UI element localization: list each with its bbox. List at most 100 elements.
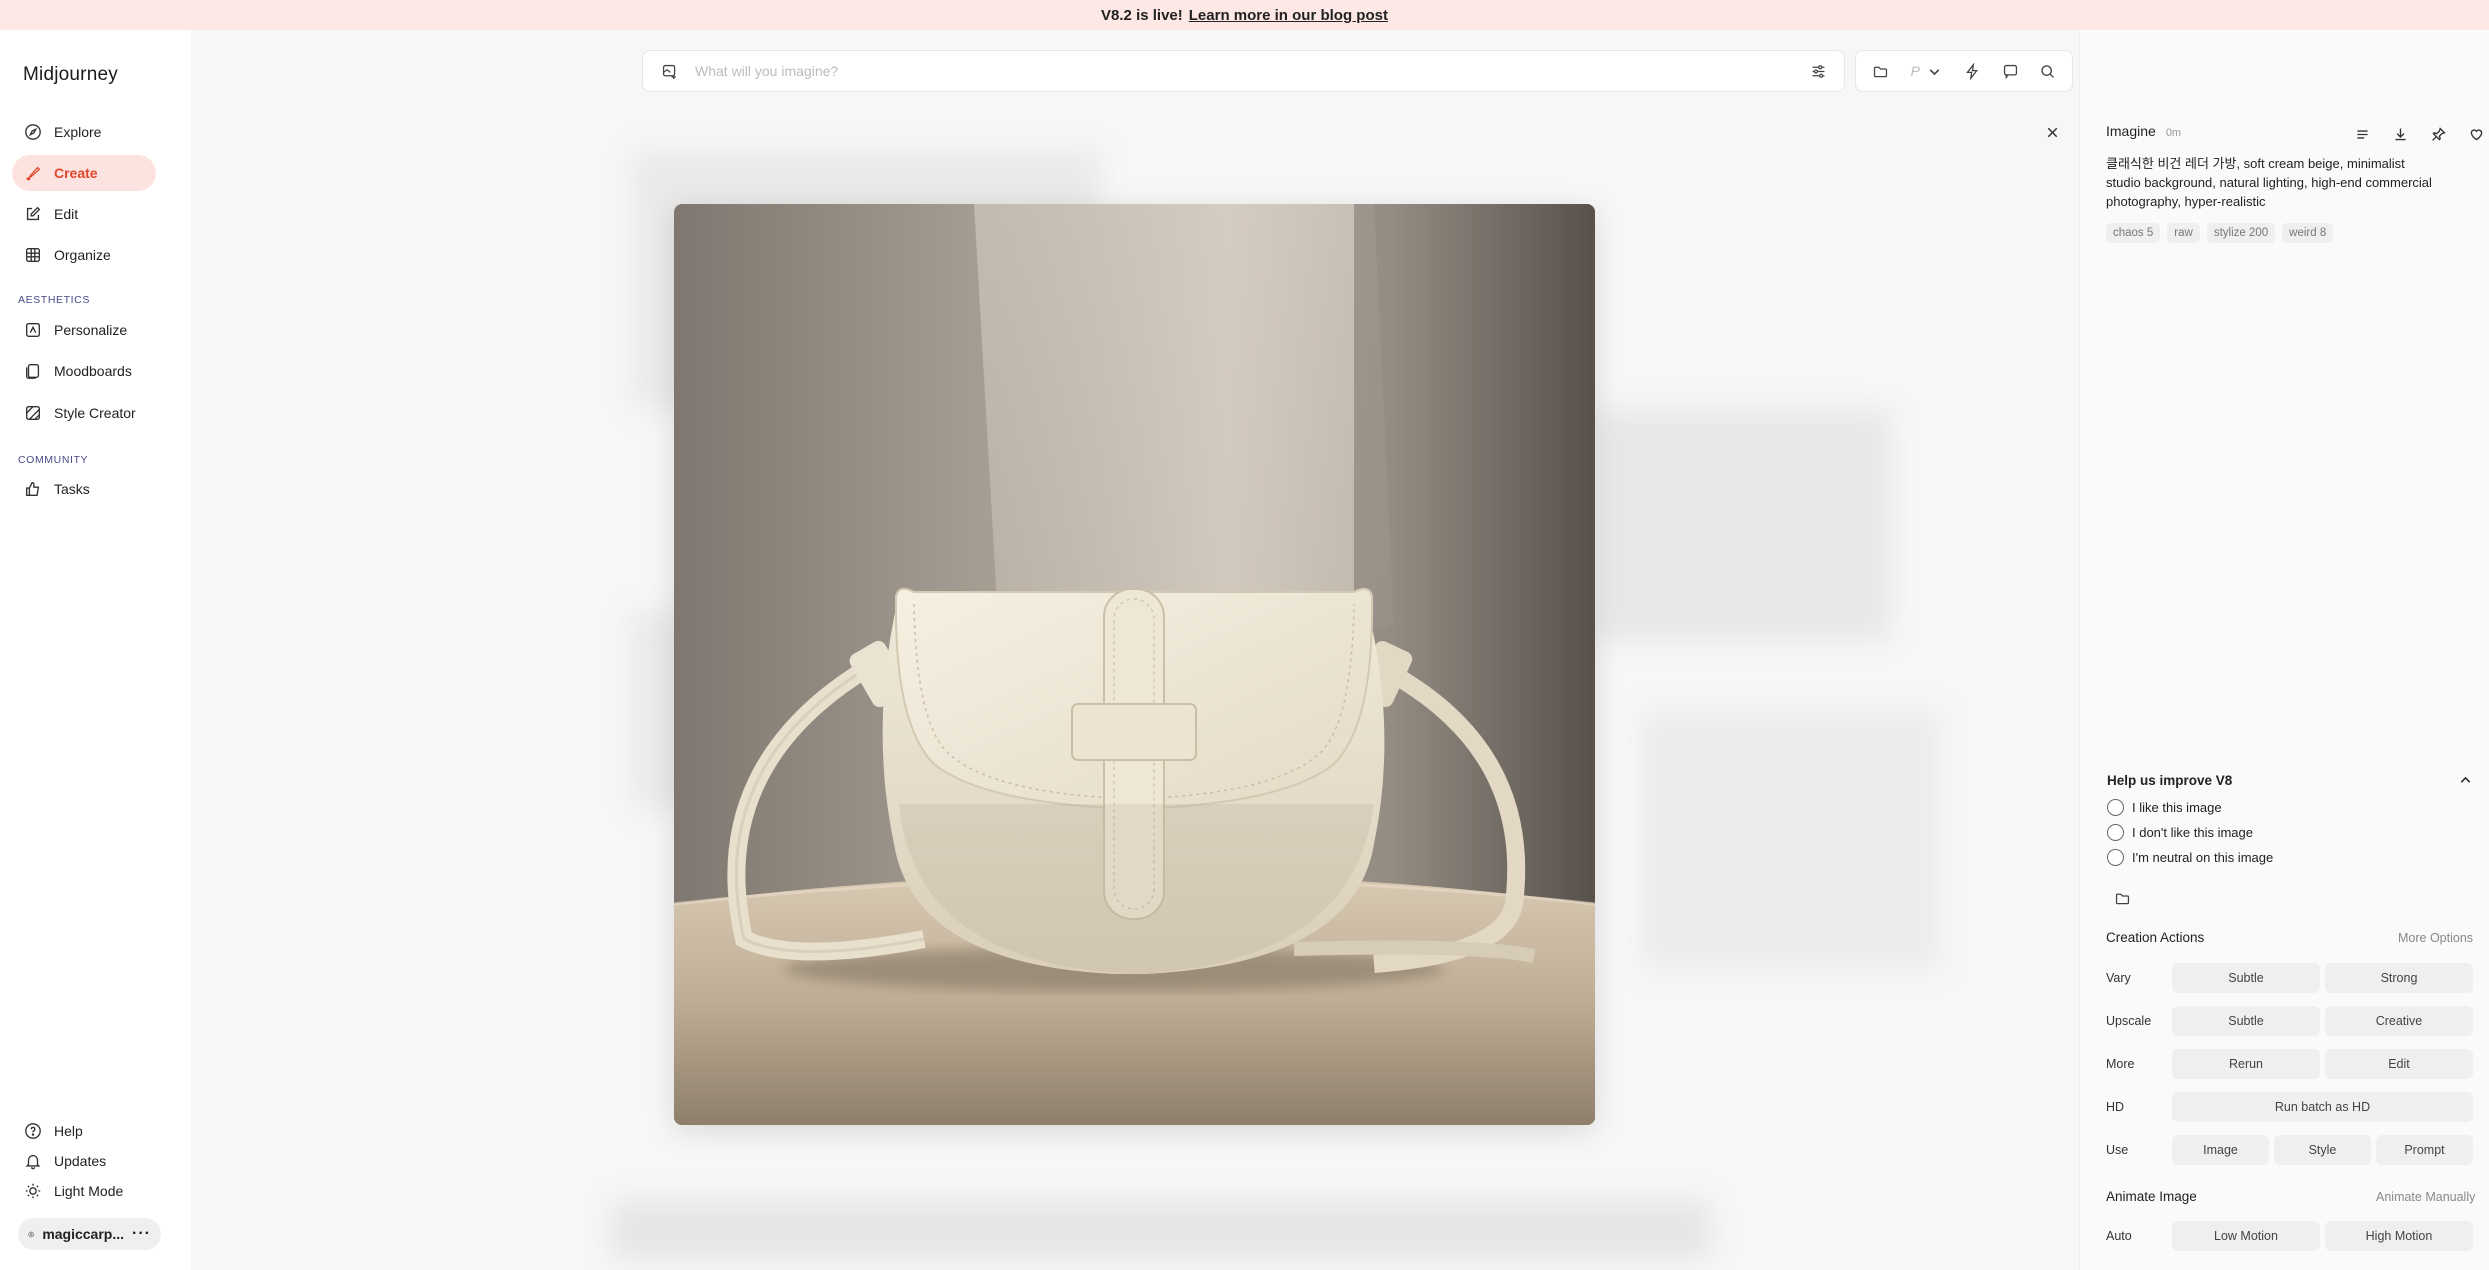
heart-icon[interactable]	[2464, 122, 2488, 146]
sidebar-item-style-creator[interactable]: Style Creator	[12, 395, 156, 431]
banner-blog-link[interactable]: Learn more in our blog post	[1189, 7, 1388, 24]
vary-strong-button[interactable]: Strong	[2325, 963, 2473, 993]
job-type: Imagine	[2106, 123, 2156, 139]
edit-button[interactable]: Edit	[2325, 1049, 2473, 1079]
sidebar-item-personalize[interactable]: Personalize	[12, 312, 156, 348]
parameter-tag[interactable]: weird 8	[2282, 223, 2334, 243]
download-icon[interactable]	[2388, 122, 2412, 146]
sidebar-item-label: Tasks	[54, 481, 90, 497]
image-prompt-icon[interactable]	[657, 59, 681, 83]
upscale-label: Upscale	[2106, 1014, 2152, 1028]
sidebar-item-label: Light Mode	[54, 1183, 124, 1199]
personalize-icon	[26, 323, 40, 337]
sidebar-item-moodboards[interactable]: Moodboards	[12, 353, 156, 389]
banner-text: V8.2 is live!	[1101, 6, 1183, 24]
image-details-panel: Imagine 0m 클래식한 비건 레더 가방, soft cream bei…	[2079, 30, 2489, 1270]
personalize-dropdown[interactable]: P	[1906, 59, 1948, 83]
animate-manually-link[interactable]: Animate Manually	[2376, 1190, 2475, 1204]
more-label: More	[2106, 1057, 2135, 1071]
sidebar-item-light-mode[interactable]: Light Mode	[12, 1173, 156, 1209]
sidebar-item-label: Explore	[54, 124, 102, 140]
prompt-text[interactable]: 클래식한 비건 레더 가방, soft cream beige, minimal…	[2106, 154, 2436, 211]
feedback-dislike-option[interactable]: I don't like this image	[2107, 824, 2253, 841]
folder-icon[interactable]	[1869, 59, 1893, 83]
personalize-p-icon: P	[1910, 63, 1920, 79]
vary-subtle-button[interactable]: Subtle	[2172, 963, 2320, 993]
folder-icon[interactable]	[2110, 886, 2134, 910]
parameter-tag[interactable]: raw	[2167, 223, 2200, 243]
edit-icon	[26, 206, 41, 221]
chat-icon[interactable]	[1998, 59, 2022, 83]
brush-icon	[25, 166, 41, 181]
use-style-button[interactable]: Style	[2274, 1135, 2371, 1165]
sidebar: Midjourney Explore Create Edit Organize …	[0, 30, 191, 1270]
midjourney-logo[interactable]: Midjourney	[23, 64, 118, 86]
sidebar-item-label: Moodboards	[54, 363, 132, 379]
lightning-icon[interactable]	[1961, 59, 1985, 83]
use-prompt-button[interactable]: Prompt	[2376, 1135, 2473, 1165]
creation-actions-title: Creation Actions	[2106, 930, 2205, 945]
more-options-icon[interactable]: ···	[132, 1225, 151, 1243]
aesthetics-section-label: AESTHETICS	[18, 294, 90, 306]
sidebar-item-organize[interactable]: Organize	[12, 237, 156, 273]
compass-icon	[25, 124, 41, 140]
upscale-creative-button[interactable]: Creative	[2325, 1006, 2473, 1036]
rerun-button[interactable]: Rerun	[2172, 1049, 2320, 1079]
run-batch-hd-button[interactable]: Run batch as HD	[2172, 1092, 2473, 1122]
settings-sliders-icon[interactable]	[1806, 59, 1830, 83]
radio-button[interactable]	[2107, 849, 2124, 866]
image-actions	[2350, 122, 2488, 146]
username: magiccarp...	[42, 1226, 125, 1242]
parameter-tag[interactable]: chaos 5	[2106, 223, 2161, 243]
auto-label: Auto	[2106, 1229, 2132, 1243]
help-icon	[25, 1123, 41, 1139]
upscale-subtle-button[interactable]: Subtle	[2172, 1006, 2320, 1036]
feedback-neutral-option[interactable]: I'm neutral on this image	[2107, 849, 2273, 866]
feedback-option-label: I like this image	[2132, 800, 2222, 815]
style-creator-icon	[26, 406, 40, 420]
animate-image-title: Animate Image	[2106, 1189, 2197, 1204]
low-motion-button[interactable]: Low Motion	[2172, 1221, 2320, 1251]
feedback-option-label: I'm neutral on this image	[2132, 850, 2274, 865]
sidebar-item-explore[interactable]: Explore	[12, 114, 156, 150]
sidebar-item-edit[interactable]: Edit	[12, 196, 156, 232]
list-icon[interactable]	[2350, 122, 2374, 146]
more-options-link[interactable]: More Options	[2398, 931, 2473, 945]
high-motion-button[interactable]: High Motion	[2325, 1221, 2473, 1251]
job-header: Imagine 0m	[2106, 123, 2181, 139]
generated-image[interactable]	[674, 204, 1595, 1125]
community-section-label: COMMUNITY	[18, 454, 89, 466]
search-icon[interactable]	[2035, 59, 2059, 83]
feedback-like-option[interactable]: I like this image	[2107, 799, 2222, 816]
sidebar-item-create[interactable]: Create	[12, 155, 156, 191]
user-account-pill[interactable]: magiccarp... ···	[18, 1218, 161, 1250]
use-image-button[interactable]: Image	[2172, 1135, 2269, 1165]
chevron-up-icon[interactable]	[2453, 768, 2477, 792]
grid-icon	[26, 248, 40, 262]
parameter-tag[interactable]: stylize 200	[2206, 223, 2276, 243]
radio-button[interactable]	[2107, 824, 2124, 841]
prompt-input[interactable]	[695, 63, 1792, 79]
close-icon[interactable]	[2040, 120, 2064, 144]
toolbar: P	[1855, 50, 2073, 92]
user-icon	[28, 1231, 34, 1237]
bell-icon	[25, 1154, 41, 1170]
sidebar-item-label: Help	[54, 1123, 83, 1139]
feedback-option-label: I don't like this image	[2132, 825, 2253, 840]
sidebar-item-label: Updates	[54, 1153, 107, 1169]
vary-label: Vary	[2106, 971, 2131, 985]
sidebar-item-label: Create	[54, 165, 98, 181]
feedback-title: Help us improve V8	[2107, 773, 2233, 788]
use-label: Use	[2106, 1143, 2129, 1157]
prompt-bar	[642, 50, 1845, 92]
sun-icon	[25, 1183, 41, 1199]
sidebar-item-tasks[interactable]: Tasks	[12, 471, 156, 507]
radio-button[interactable]	[2107, 799, 2124, 816]
pin-icon[interactable]	[2426, 122, 2450, 146]
sidebar-item-label: Edit	[54, 206, 79, 222]
sidebar-item-label: Style Creator	[54, 405, 136, 421]
handbag-image	[674, 204, 1595, 1125]
job-time: 0m	[2165, 127, 2182, 139]
thumbs-up-icon	[26, 482, 40, 496]
sidebar-item-label: Personalize	[54, 322, 128, 338]
